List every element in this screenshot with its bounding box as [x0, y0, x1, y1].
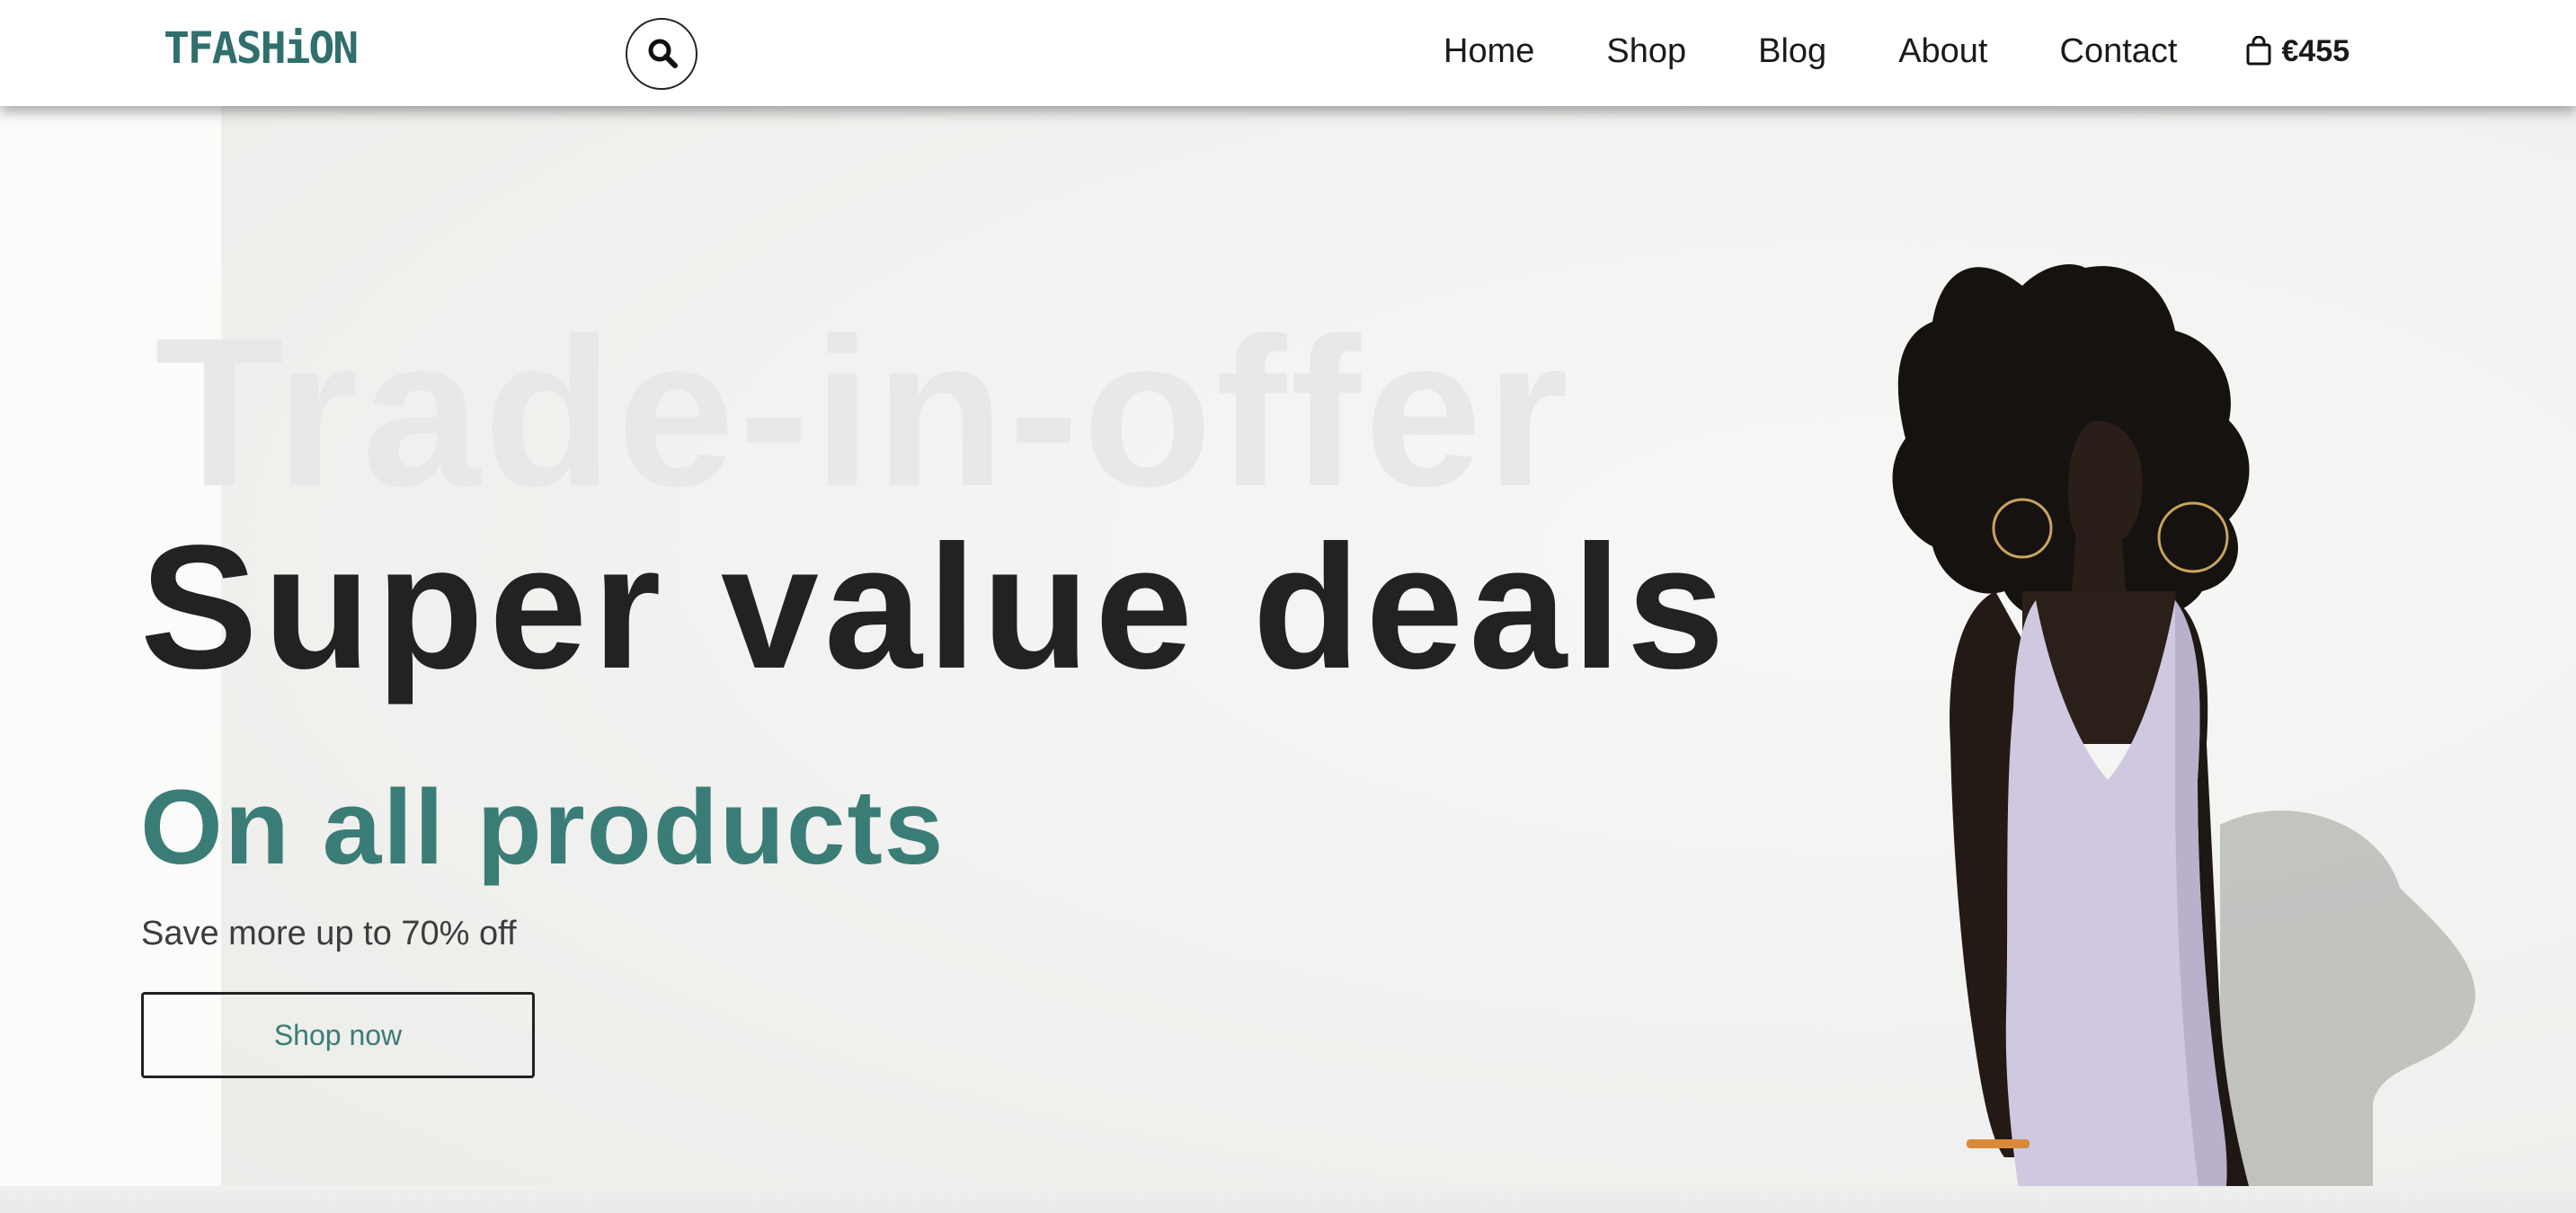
model-shadow — [2220, 810, 2475, 1213]
nav-home[interactable]: Home — [1443, 32, 1534, 71]
model-neck — [2072, 528, 2126, 591]
model-hair — [1892, 264, 2250, 622]
model-bracelet — [1967, 1139, 2030, 1148]
search-button[interactable] — [626, 18, 697, 90]
search-icon — [648, 39, 678, 68]
hero-headline: Super value deals — [140, 509, 1730, 705]
nav-shop[interactable]: Shop — [1606, 32, 1686, 71]
nav-contact[interactable]: Contact — [2060, 32, 2178, 71]
site-header: TFASHiON Home Shop Blog About Contact €4… — [0, 0, 2576, 106]
hero-background-text: Trade-in-offer — [155, 294, 1572, 531]
hero-tagline: Save more up to 70% off — [141, 915, 517, 952]
hero-subheadline: On all products — [140, 768, 946, 887]
brand-logo[interactable]: TFASHiON — [164, 23, 359, 74]
shop-now-button[interactable]: Shop now — [141, 992, 535, 1078]
nav-blog[interactable]: Blog — [1758, 32, 1826, 71]
model-photo — [1892, 264, 2475, 1213]
cart-total: €455 — [2281, 33, 2350, 68]
cart-button[interactable]: €455 — [2245, 34, 2349, 69]
hero-section: Trade-in-offer Super value deals On all … — [0, 106, 2576, 1213]
hero-bottom-edge — [0, 1186, 2576, 1213]
main-nav: Home Shop Blog About Contact €455 — [1443, 29, 2349, 74]
shopping-bag-icon — [2246, 36, 2271, 66]
nav-about[interactable]: About — [1898, 32, 1987, 71]
